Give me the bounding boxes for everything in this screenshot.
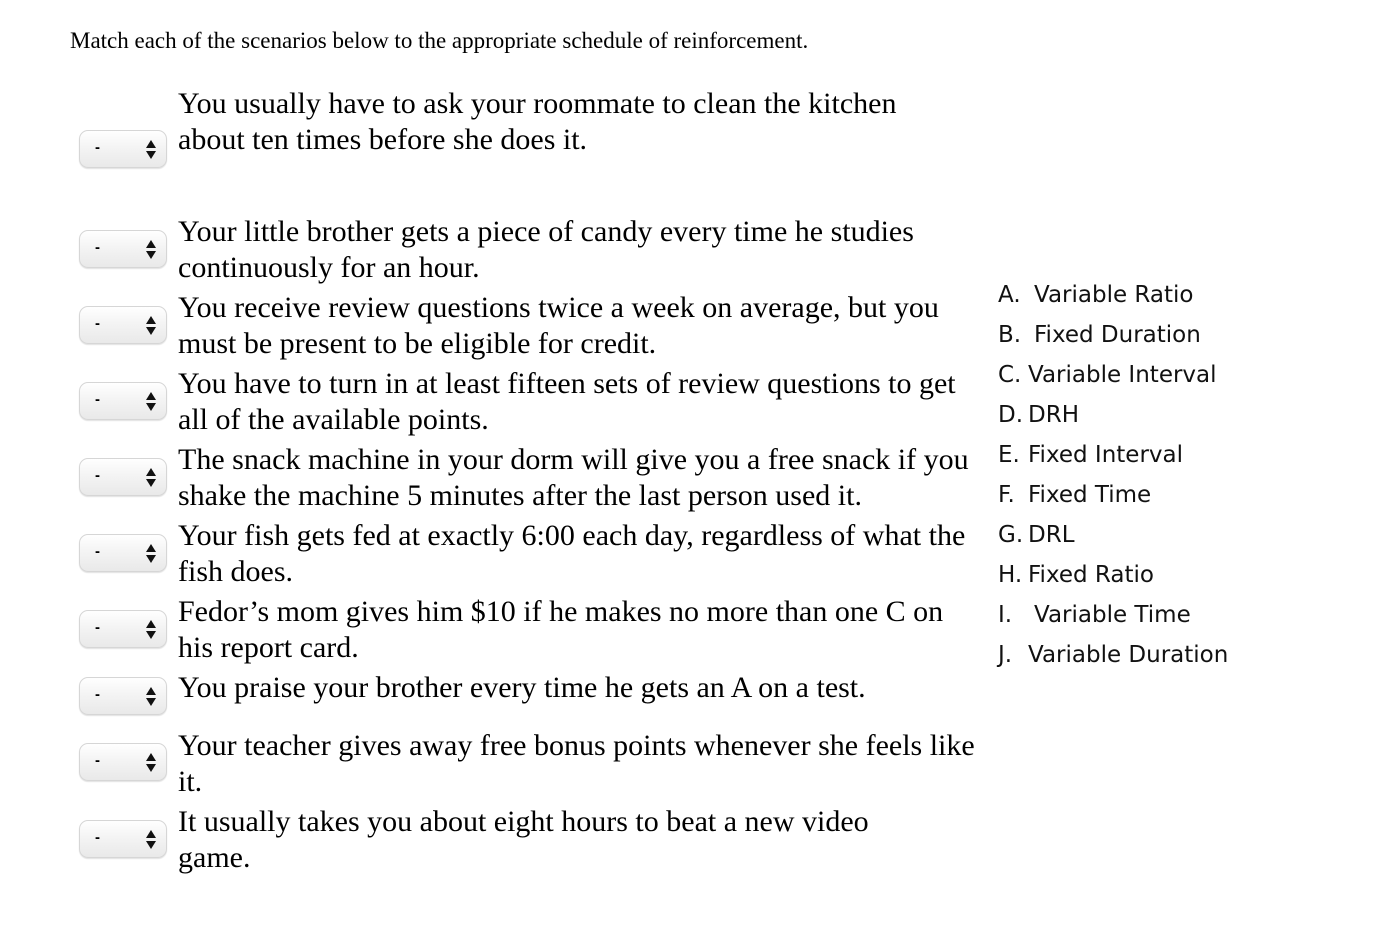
- up-down-arrows-icon: [146, 468, 156, 488]
- scenario-text: Fedor’s mom gives him $10 if he makes no…: [178, 595, 944, 664]
- option-item: J. Variable Duration: [998, 642, 1228, 668]
- option-item: I. Variable Time: [998, 602, 1191, 628]
- up-down-arrows-icon: [146, 687, 156, 707]
- option-letter: C.: [998, 362, 1022, 388]
- select-value: -: [95, 752, 100, 769]
- option-label: DRH: [1028, 402, 1079, 428]
- up-down-arrows-icon: [146, 140, 156, 160]
- up-down-arrows-icon: [146, 620, 156, 640]
- option-label: Fixed Duration: [1034, 322, 1201, 348]
- select-value: -: [95, 139, 100, 156]
- option-label: DRL: [1028, 522, 1075, 548]
- option-item: F. Fixed Time: [998, 482, 1151, 508]
- select-value: -: [95, 467, 100, 484]
- option-item: A. Variable Ratio: [998, 282, 1193, 308]
- option-letter: B.: [998, 322, 1022, 348]
- option-item: H. Fixed Ratio: [998, 562, 1154, 588]
- option-label: Fixed Interval: [1028, 442, 1183, 468]
- match-select[interactable]: -: [79, 743, 167, 781]
- up-down-arrows-icon: [146, 830, 156, 850]
- option-letter: D.: [998, 402, 1024, 428]
- option-letter: F.: [998, 482, 1015, 508]
- scenario-text: You receive review questions twice a wee…: [178, 291, 939, 360]
- scenario-text: You usually have to ask your roommate to…: [178, 87, 897, 156]
- select-value: -: [95, 543, 100, 560]
- match-select[interactable]: -: [79, 458, 167, 496]
- scenario-text: Your fish gets fed at exactly 6:00 each …: [178, 519, 966, 588]
- scenario-text: It usually takes you about eight hours t…: [178, 805, 869, 874]
- option-label: Variable Time: [1034, 602, 1191, 628]
- option-label: Fixed Time: [1028, 482, 1152, 508]
- match-select[interactable]: -: [79, 382, 167, 420]
- scenario-text: You praise your brother every time he ge…: [178, 671, 866, 704]
- select-value: -: [95, 829, 100, 846]
- option-label: Variable Ratio: [1034, 282, 1194, 308]
- scenario-text: You have to turn in at least fifteen set…: [178, 367, 956, 436]
- option-letter: A.: [998, 282, 1021, 308]
- scenario-text: Your teacher gives away free bonus point…: [178, 729, 975, 798]
- select-value: -: [95, 315, 100, 332]
- up-down-arrows-icon: [146, 392, 156, 412]
- option-item: G. DRL: [998, 522, 1075, 548]
- option-letter: I.: [998, 602, 1013, 628]
- option-item: D. DRH: [998, 402, 1079, 428]
- option-item: B. Fixed Duration: [998, 322, 1201, 348]
- up-down-arrows-icon: [146, 240, 156, 260]
- option-label: Variable Duration: [1028, 642, 1229, 668]
- match-select[interactable]: -: [79, 677, 167, 715]
- up-down-arrows-icon: [146, 753, 156, 773]
- select-value: -: [95, 686, 100, 703]
- match-select[interactable]: -: [79, 610, 167, 648]
- up-down-arrows-icon: [146, 544, 156, 564]
- select-value: -: [95, 619, 100, 636]
- select-value: -: [95, 391, 100, 408]
- option-letter: E.: [998, 442, 1020, 468]
- match-select[interactable]: -: [79, 230, 167, 268]
- option-label: Fixed Ratio: [1028, 562, 1154, 588]
- scenario-text: The snack machine in your dorm will give…: [178, 443, 969, 512]
- option-item: C. Variable Interval: [998, 362, 1217, 388]
- option-item: E. Fixed Interval: [998, 442, 1183, 468]
- scenario-text: Your little brother gets a piece of cand…: [178, 215, 914, 284]
- select-value: -: [95, 239, 100, 256]
- option-letter: J.: [998, 642, 1013, 668]
- option-letter: H.: [998, 562, 1023, 588]
- match-select[interactable]: -: [79, 820, 167, 858]
- up-down-arrows-icon: [146, 316, 156, 336]
- option-letter: G.: [998, 522, 1024, 548]
- instructions: Match each of the scenarios below to the…: [70, 28, 809, 53]
- match-select[interactable]: -: [79, 306, 167, 344]
- match-select[interactable]: -: [79, 534, 167, 572]
- match-select[interactable]: -: [79, 130, 167, 168]
- option-label: Variable Interval: [1028, 362, 1217, 388]
